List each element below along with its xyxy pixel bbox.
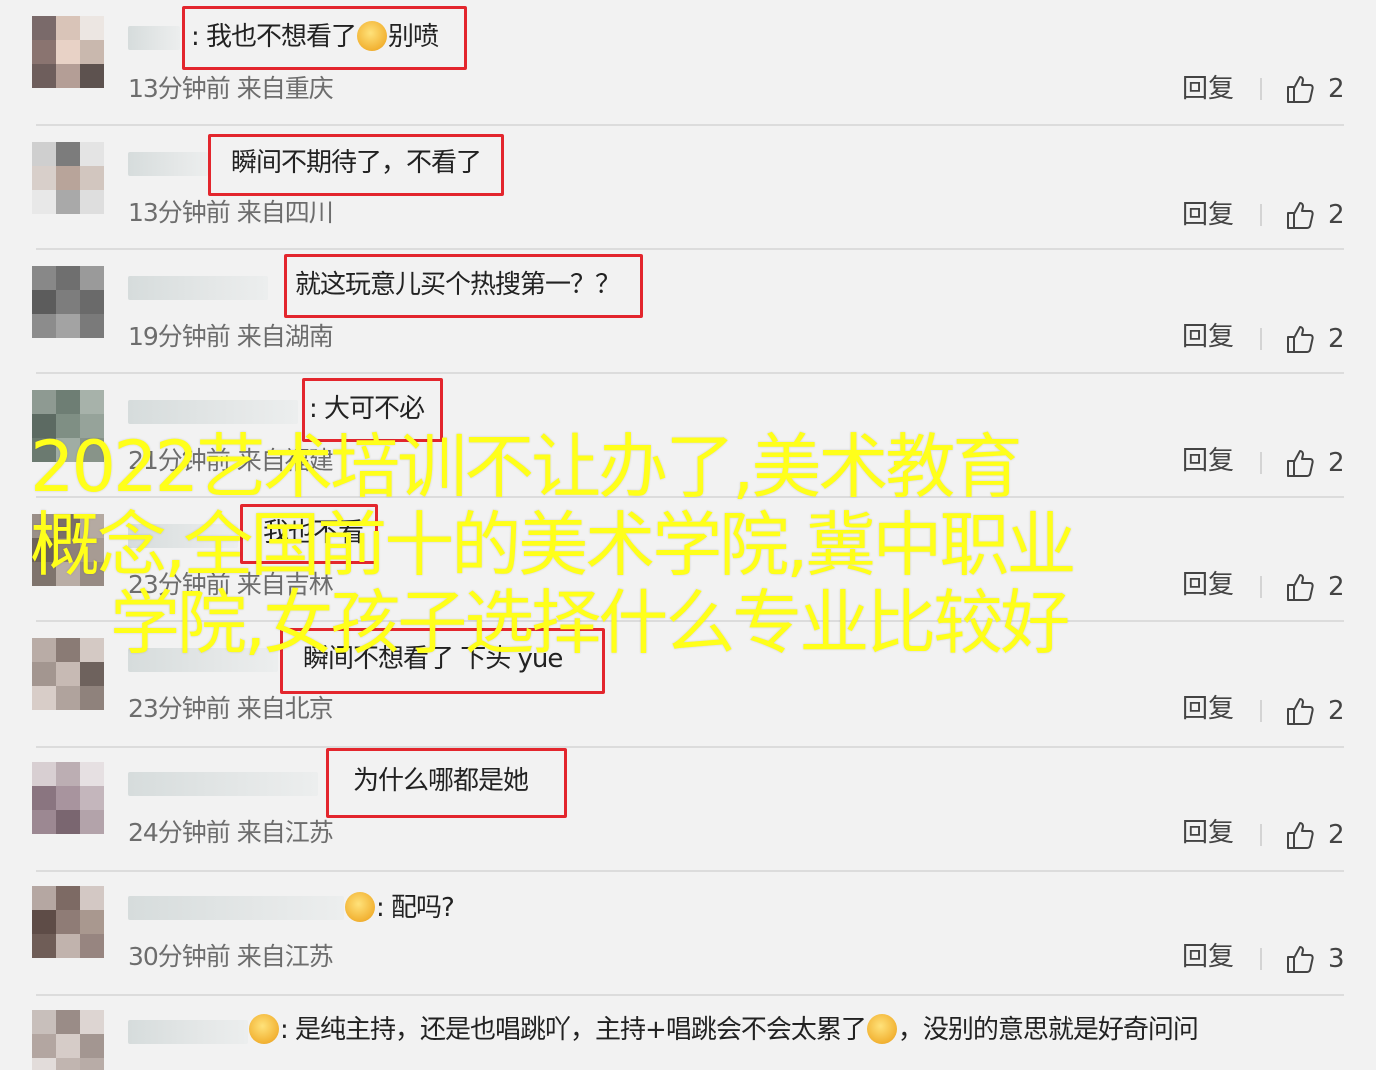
like-button[interactable]: 2 [1284, 322, 1345, 356]
like-count: 2 [1328, 74, 1345, 104]
avatar[interactable] [32, 762, 104, 834]
reply-button[interactable]: 回复 [1182, 200, 1234, 230]
like-button[interactable]: 2 [1284, 694, 1345, 728]
reply-button[interactable]: 回复 [1182, 446, 1234, 476]
thumbs-up-icon [1287, 698, 1314, 725]
thumbs-up-icon [1287, 202, 1314, 229]
comment-feed: : 我也不想看了 别喷 13分钟前 来自重庆 回复 2 瞬间不期待了，不看了 13… [0, 0, 1376, 1070]
comment-item: 就这玩意儿买个热搜第一？？ 19分钟前 来自湖南 回复 2 [0, 250, 1376, 374]
reply-button[interactable]: 回复 [1182, 694, 1234, 724]
divider [1260, 78, 1262, 100]
comment-text: : 我也不想看了 别喷 [182, 6, 468, 70]
comment-text: 就这玩意儿买个热搜第一？？ [284, 254, 644, 318]
like-button[interactable]: 3 [1284, 942, 1345, 976]
username-redacted[interactable] [128, 26, 180, 50]
like-button[interactable]: 2 [1284, 818, 1345, 852]
username-redacted[interactable] [128, 896, 344, 920]
comment-text: : 是纯主持，还是也唱跳吖，主持+唱跳会不会太累了 ，没别的意思就是好奇问问 [248, 1012, 1199, 1048]
username-redacted[interactable] [128, 648, 278, 672]
divider [1260, 948, 1262, 970]
comment-meta: 19分钟前 来自湖南 [128, 322, 334, 351]
like-button[interactable]: 2 [1284, 570, 1345, 604]
comment-meta: 21分钟前 来自福建 [128, 446, 334, 475]
comment-meta: 30分钟前 来自江苏 [128, 942, 334, 971]
comment-item: 为什么哪都是她 24分钟前 来自江苏 回复 2 [0, 746, 1376, 872]
username-redacted[interactable] [128, 400, 298, 424]
thumbs-up-icon [1287, 946, 1314, 973]
thumbs-up-icon [1287, 326, 1314, 353]
avatar[interactable] [32, 390, 104, 462]
avatar[interactable] [32, 142, 104, 214]
comment-meta: 24分钟前 来自江苏 [128, 818, 334, 847]
avatar[interactable] [32, 514, 104, 586]
comment-meta: 23分钟前 来自吉林 [128, 570, 334, 599]
avatar[interactable] [32, 638, 104, 710]
divider [1260, 700, 1262, 722]
divider [1260, 824, 1262, 846]
comment-meta: 23分钟前 来自北京 [128, 694, 334, 723]
comment-item: : 配吗? 30分钟前 来自江苏 回复 3 [0, 870, 1376, 996]
like-count: 2 [1328, 572, 1345, 602]
divider [1260, 452, 1262, 474]
avatar[interactable] [32, 16, 104, 88]
comment-text: 我也不看 [240, 504, 379, 564]
avatar[interactable] [32, 1010, 104, 1070]
comment-item: 瞬间不期待了，不看了 13分钟前 来自四川 回复 2 [0, 126, 1376, 250]
avatar[interactable] [32, 886, 104, 958]
laugh-cry-emoji [357, 21, 388, 51]
dog-face-emoji [866, 1014, 897, 1044]
username-redacted[interactable] [128, 524, 238, 548]
username-redacted[interactable] [128, 772, 318, 796]
thumbs-up-icon [1287, 574, 1314, 601]
like-count: 2 [1328, 448, 1345, 478]
reply-button[interactable]: 回复 [1182, 570, 1234, 600]
like-button[interactable]: 2 [1284, 198, 1345, 232]
thumbs-up-icon [1287, 822, 1314, 849]
divider [1260, 576, 1262, 598]
comment-item: : 我也不想看了 别喷 13分钟前 来自重庆 回复 2 [0, 0, 1376, 126]
comment-text: 为什么哪都是她 [326, 748, 568, 818]
like-count: 3 [1328, 944, 1345, 974]
divider [1260, 204, 1262, 226]
comment-item: 瞬间不想看了 下头 yue 23分钟前 来自北京 回复 2 [0, 622, 1376, 748]
like-count: 2 [1328, 696, 1345, 726]
comment-text: 瞬间不想看了 下头 yue [280, 628, 606, 694]
avatar[interactable] [32, 266, 104, 338]
like-button[interactable]: 2 [1284, 72, 1345, 106]
username-redacted[interactable] [128, 1020, 248, 1044]
reply-button[interactable]: 回复 [1182, 942, 1234, 972]
comment-meta: 13分钟前 来自重庆 [128, 74, 334, 103]
thumbs-up-icon [1287, 450, 1314, 477]
divider [1260, 328, 1262, 350]
reply-button[interactable]: 回复 [1182, 818, 1234, 848]
username-redacted[interactable] [128, 152, 208, 176]
comment-text: : 大可不必 [302, 378, 444, 442]
like-count: 2 [1328, 324, 1345, 354]
comment-item: : 大可不必 21分钟前 来自福建 回复 2 [0, 374, 1376, 498]
reply-button[interactable]: 回复 [1182, 322, 1234, 352]
username-redacted[interactable] [128, 276, 268, 300]
comment-text: : 配吗? [344, 890, 455, 926]
reply-button[interactable]: 回复 [1182, 74, 1234, 104]
heart-eyes-emoji [345, 892, 375, 922]
like-count: 2 [1328, 820, 1345, 850]
thumbs-up-icon [1287, 76, 1314, 103]
comment-item: : 是纯主持，还是也唱跳吖，主持+唱跳会不会太累了 ，没别的意思就是好奇问问 [0, 994, 1376, 1070]
comment-item: 我也不看 23分钟前 来自吉林 回复 2 [0, 498, 1376, 622]
comment-meta: 13分钟前 来自四川 [128, 198, 334, 227]
comment-text: 瞬间不期待了，不看了 [208, 134, 505, 196]
clap-emoji [249, 1014, 279, 1044]
like-button[interactable]: 2 [1284, 446, 1345, 480]
like-count: 2 [1328, 200, 1345, 230]
